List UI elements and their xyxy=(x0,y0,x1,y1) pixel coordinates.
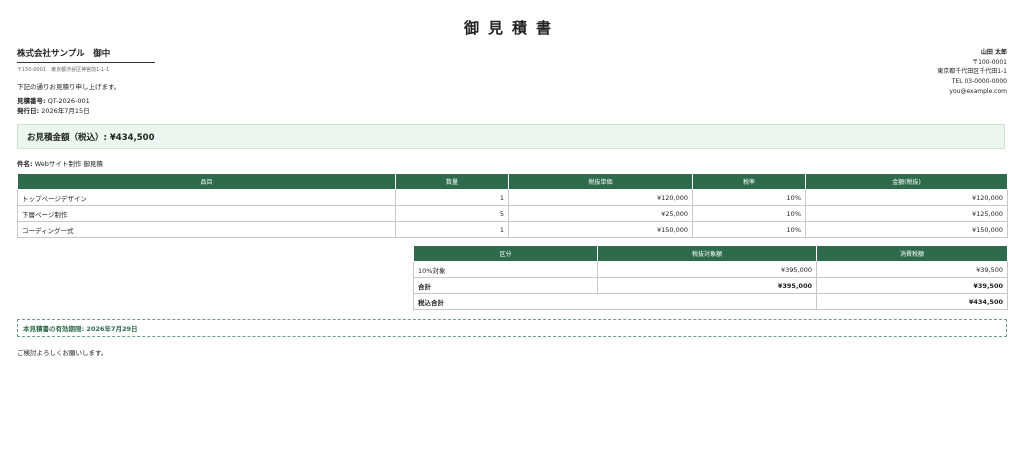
tax-header-taxable: 税抜対象額 xyxy=(597,245,817,262)
items-header-row: 品目 数量 税抜単価 税率 金額(税抜) xyxy=(17,173,1008,190)
tax-header-tax: 消費税額 xyxy=(816,245,1008,262)
items-header-unit-price: 税抜単価 xyxy=(508,173,693,190)
sender-tel: TEL 03-0000-0000 xyxy=(951,78,1007,86)
items-header-qty: 数量 xyxy=(395,173,509,190)
item-amount: ¥120,000 xyxy=(805,189,1008,206)
grand-total-row: 税込合計 ¥434,500 xyxy=(413,293,1008,310)
table-row: 合計 ¥395,000 ¥39,500 xyxy=(413,277,1008,294)
document-title: 御見積書 xyxy=(463,19,560,37)
quote-meta: 見積番号: QT-2026-001 発行日: 2026年7月15日 xyxy=(17,97,90,116)
item-unit-price: ¥120,000 xyxy=(508,189,693,206)
issue-date-row: 発行日: 2026年7月15日 xyxy=(17,107,90,117)
issue-date: 2026年7月15日 xyxy=(41,106,90,115)
total-amount-box: お見積金額（税込）: ¥434,500 xyxy=(17,124,1005,149)
item-name: コーディング一式 xyxy=(17,221,396,238)
quote-document: 御見積書 株式会社サンプル 御中 〒150-0001 東京都渋谷区神宮前1-1-… xyxy=(0,0,1024,456)
items-header-tax-rate: 税率 xyxy=(692,173,806,190)
tax-header-row: 区分 税抜対象額 消費税額 xyxy=(413,245,1008,262)
validity-box: 本見積書の有効期限: 2026年7月29日 xyxy=(17,319,1007,337)
item-amount: ¥150,000 xyxy=(805,221,1008,238)
sender-address: 東京都千代田区千代田1-1 xyxy=(937,68,1007,76)
item-qty: 1 xyxy=(395,221,509,238)
table-row: 下層ページ制作 5 ¥25,000 10% ¥125,000 xyxy=(17,205,1008,222)
grand-total-value: ¥434,500 xyxy=(816,293,1008,310)
sender-postal: 〒100-0001 xyxy=(972,58,1007,66)
quote-number: QT-2026-001 xyxy=(47,97,90,105)
intro-text: 下記の通りお見積り申し上げます。 xyxy=(17,83,121,91)
recipient-name: 株式会社サンプル 御中 xyxy=(17,47,155,63)
recipient-address: 〒150-0001 東京都渋谷区神宮前1-1-1 xyxy=(17,67,110,73)
sender-block: 山田 太郎 〒100-0001 東京都千代田区千代田1-1 TEL 03-000… xyxy=(937,48,1007,97)
item-unit-price: ¥25,000 xyxy=(508,205,693,222)
tax-summary-table: 区分 税抜対象額 消費税額 10%対象 ¥395,000 ¥39,500 合計 … xyxy=(413,245,1008,310)
tax-taxable-amount: ¥395,000 xyxy=(597,277,817,294)
items-table: 品目 数量 税抜単価 税率 金額(税抜) トップページデザイン 1 ¥120,0… xyxy=(17,173,1008,238)
table-row: 10%対象 ¥395,000 ¥39,500 xyxy=(413,261,1008,278)
item-unit-price: ¥150,000 xyxy=(508,221,693,238)
item-tax-rate: 10% xyxy=(692,205,806,222)
tax-header-category: 区分 xyxy=(413,245,598,262)
tax-amount: ¥39,500 xyxy=(816,277,1008,294)
item-qty: 1 xyxy=(395,189,509,206)
item-name: トップページデザイン xyxy=(17,189,396,206)
quote-number-row: 見積番号: QT-2026-001 xyxy=(17,97,90,107)
sender-email: you@example.com xyxy=(949,87,1007,95)
issue-date-label: 発行日: xyxy=(17,106,40,115)
items-header-item: 品目 xyxy=(17,173,396,190)
tax-category: 10%対象 xyxy=(413,261,598,278)
items-header-amount: 金額(税抜) xyxy=(805,173,1008,190)
total-amount: お見積金額（税込）: ¥434,500 xyxy=(27,132,155,143)
subject-line: 件名: Webサイト制作 御見積 xyxy=(17,158,103,168)
item-tax-rate: 10% xyxy=(692,221,806,238)
grand-total-label: 税込合計 xyxy=(413,293,817,310)
validity-text: 本見積書の有効期限: 2026年7月29日 xyxy=(23,325,138,333)
subject-label: 件名: xyxy=(17,160,33,168)
tax-category: 合計 xyxy=(413,277,598,294)
item-tax-rate: 10% xyxy=(692,189,806,206)
sender-name: 山田 太郎 xyxy=(980,49,1007,56)
table-row: コーディング一式 1 ¥150,000 10% ¥150,000 xyxy=(17,221,1008,238)
item-qty: 5 xyxy=(395,205,509,222)
quote-number-label: 見積番号: xyxy=(17,97,46,105)
table-row: トップページデザイン 1 ¥120,000 10% ¥120,000 xyxy=(17,189,1008,206)
tax-amount: ¥39,500 xyxy=(816,261,1008,278)
subject-value: Webサイト制作 御見積 xyxy=(34,160,103,168)
item-name: 下層ページ制作 xyxy=(17,205,396,222)
tax-taxable-amount: ¥395,000 xyxy=(597,261,817,278)
item-amount: ¥125,000 xyxy=(805,205,1008,222)
closing-text: ご検討よろしくお願いします。 xyxy=(17,349,108,357)
